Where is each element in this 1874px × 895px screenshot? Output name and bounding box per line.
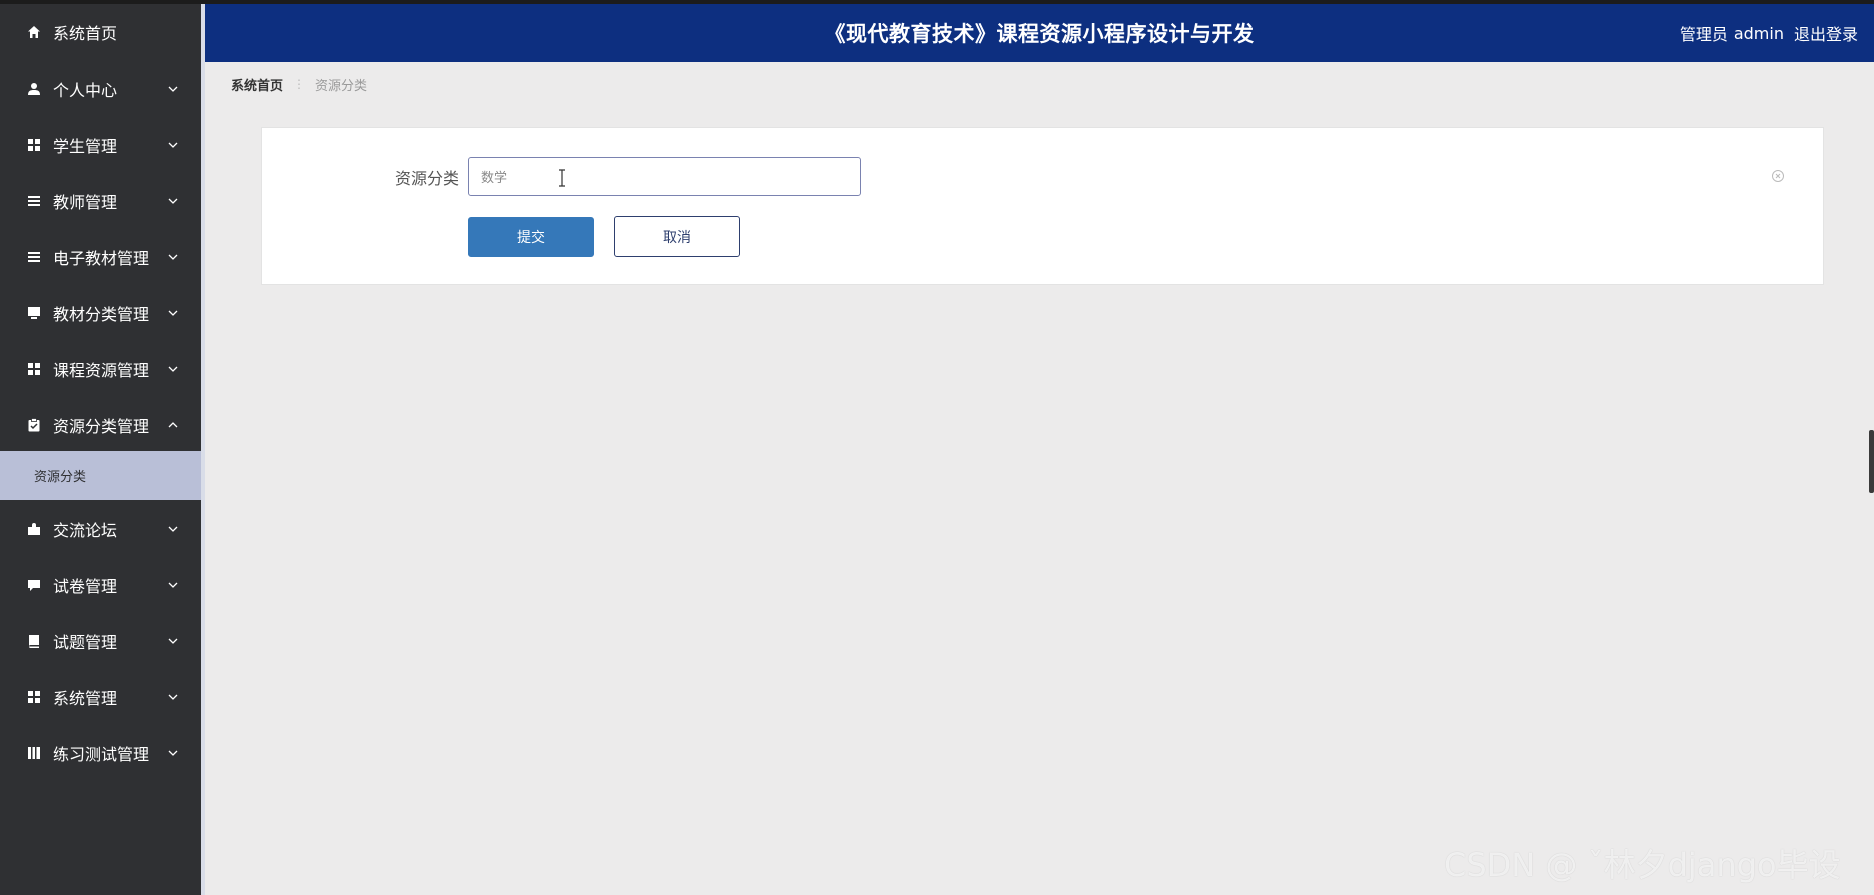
breadcrumb-home[interactable]: 系统首页 — [231, 75, 283, 94]
user-role: 管理员 — [1679, 25, 1728, 44]
breadcrumb-current: 资源分类 — [315, 78, 368, 94]
sidebar-item-label: 练习测试管理 — [53, 745, 150, 764]
sidebar-item-label: 教材分类管理 — [53, 305, 150, 324]
chevron-down-icon — [167, 523, 179, 535]
sidebar-item-course-resource-management[interactable]: 课程资源管理 — [0, 341, 201, 397]
chevron-down-icon — [167, 139, 179, 151]
user-area: 管理员 admin 退出登录 — [1670, 4, 1858, 62]
sidebar-item-textbook-category-management[interactable]: 教材分类管理 — [0, 285, 201, 341]
user-icon — [27, 82, 41, 96]
sidebar: 系统首页 个人中心 学生管理 教师管理 电子教材管理 教材分类管理 课程资源管理… — [0, 4, 201, 895]
sidebar-item-label: 电子教材管理 — [53, 249, 150, 268]
chevron-down-icon — [167, 747, 179, 759]
chevron-down-icon — [167, 691, 179, 703]
breadcrumb-separator: ⋮ — [293, 77, 306, 91]
form-card: 资源分类 提交 取消 — [261, 127, 1824, 285]
sidebar-item-question-management[interactable]: 试题管理 — [0, 613, 201, 669]
sidebar-item-student-management[interactable]: 学生管理 — [0, 117, 201, 173]
sidebar-item-label: 试卷管理 — [53, 577, 118, 596]
chevron-down-icon — [167, 251, 179, 263]
sidebar-item-system-management[interactable]: 系统管理 — [0, 669, 201, 725]
list-icon — [27, 194, 41, 208]
grid-icon — [27, 138, 41, 152]
watermark: CSDN @ ˇ林夕django毕设 — [1444, 846, 1841, 884]
sidebar-item-resource-category-management[interactable]: 资源分类管理 — [0, 397, 201, 453]
close-circle-icon[interactable] — [1771, 168, 1785, 182]
chevron-down-icon — [167, 635, 179, 647]
chevron-down-icon — [167, 579, 179, 591]
logout-link[interactable]: 退出登录 — [1794, 21, 1858, 45]
sidebar-item-teacher-management[interactable]: 教师管理 — [0, 173, 201, 229]
sidebar-item-practice-test-management[interactable]: 练习测试管理 — [0, 725, 201, 781]
resource-category-label: 资源分类 — [395, 169, 460, 188]
scrollbar-handle[interactable] — [1869, 430, 1874, 493]
sidebar-item-exam-paper-management[interactable]: 试卷管理 — [0, 557, 201, 613]
home-icon — [27, 25, 41, 39]
sidebar-item-ebook-management[interactable]: 电子教材管理 — [0, 229, 201, 285]
list-icon — [27, 250, 41, 264]
book-icon — [27, 634, 41, 648]
chevron-down-icon — [167, 307, 179, 319]
sidebar-item-personal-center[interactable]: 个人中心 — [0, 61, 201, 117]
grid-icon — [27, 690, 41, 704]
monitor-icon — [27, 306, 41, 320]
grid-icon — [27, 362, 41, 376]
breadcrumb: 系统首页 ⋮ 资源分类 — [231, 74, 367, 94]
sidebar-item-home[interactable]: 系统首页 — [0, 4, 201, 60]
chat-icon — [27, 578, 41, 592]
submit-button[interactable]: 提交 — [468, 217, 594, 257]
sidebar-item-label: 学生管理 — [53, 137, 118, 156]
clipboard-check-icon — [27, 418, 41, 432]
text-cursor-icon — [557, 169, 567, 187]
sidebar-subitem-resource-category[interactable]: 资源分类 — [0, 451, 201, 500]
sidebar-item-label: 交流论坛 — [53, 521, 118, 540]
chevron-down-icon — [167, 195, 179, 207]
chevron-down-icon — [167, 83, 179, 95]
top-header: 《现代教育技术》课程资源小程序设计与开发 管理员 admin 退出登录 — [205, 4, 1874, 62]
cancel-button[interactable]: 取消 — [614, 216, 740, 257]
sidebar-item-label: 教师管理 — [53, 193, 118, 212]
sidebar-item-label: 系统管理 — [53, 689, 118, 708]
notebook-icon — [27, 746, 41, 760]
sidebar-item-label: 课程资源管理 — [53, 361, 150, 380]
sidebar-item-label: 试题管理 — [53, 633, 118, 652]
sidebar-item-label: 个人中心 — [53, 81, 118, 100]
sidebar-divider — [201, 4, 205, 895]
puzzle-icon — [27, 522, 41, 536]
sidebar-item-forum[interactable]: 交流论坛 — [0, 501, 201, 557]
chevron-down-icon — [167, 363, 179, 375]
resource-category-input[interactable] — [468, 157, 861, 196]
username: admin — [1733, 23, 1784, 43]
chevron-up-icon — [167, 419, 179, 431]
sidebar-item-label: 资源分类管理 — [53, 417, 150, 436]
app-title: 《现代教育技术》课程资源小程序设计与开发 — [824, 22, 1255, 46]
sidebar-item-label: 系统首页 — [53, 24, 118, 43]
